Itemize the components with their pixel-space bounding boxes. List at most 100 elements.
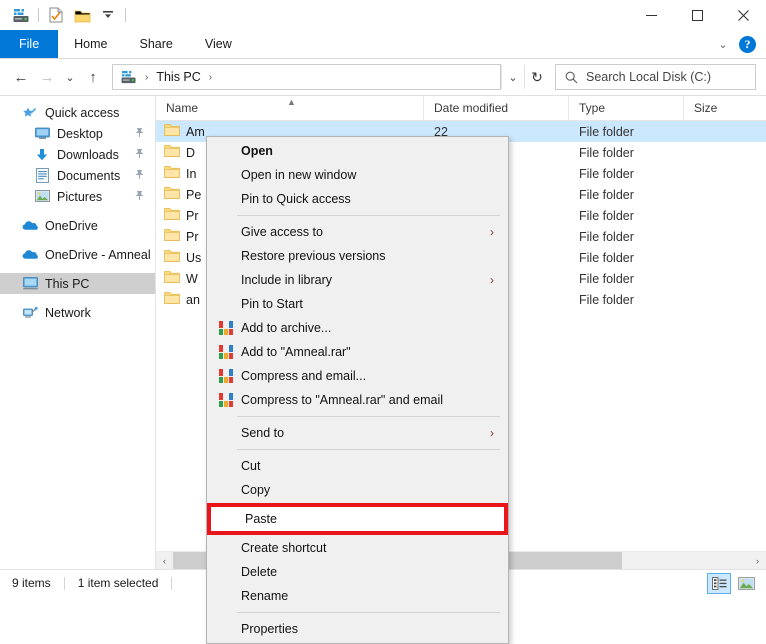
address-bar-row: ← → ⌄ ↑ › This PC › ⌄ ↻ Search Local Dis… bbox=[0, 59, 766, 95]
column-header-size[interactable]: Size bbox=[684, 96, 766, 120]
menu-item-open[interactable]: Open bbox=[207, 139, 508, 163]
menu-item-paste[interactable]: Paste bbox=[211, 507, 504, 531]
folder-icon bbox=[164, 249, 180, 266]
menu-item-label: Open in new window bbox=[241, 168, 357, 182]
pin-icon[interactable] bbox=[134, 190, 145, 204]
scroll-left-arrow[interactable]: ‹ bbox=[156, 552, 173, 569]
sidebar-label: Network bbox=[45, 305, 91, 320]
qat-separator-2 bbox=[125, 8, 126, 22]
large-icons-view-button[interactable] bbox=[734, 573, 758, 594]
folder-icon bbox=[164, 228, 180, 245]
menu-item-pin-to-quick-access[interactable]: Pin to Quick access bbox=[207, 187, 508, 211]
refresh-icon[interactable]: ↻ bbox=[524, 65, 549, 89]
sidebar-label: Documents bbox=[57, 168, 121, 183]
details-view-button[interactable] bbox=[707, 572, 731, 594]
cell-type: File folder bbox=[579, 208, 634, 223]
menu-item-cut[interactable]: Cut bbox=[207, 454, 508, 478]
cell-type: File folder bbox=[579, 187, 634, 202]
breadcrumb-separator-2[interactable]: › bbox=[203, 72, 218, 83]
new-folder-icon[interactable] bbox=[69, 3, 95, 27]
menu-item-include-in-library[interactable]: Include in library › bbox=[207, 268, 508, 292]
column-header-date-modified[interactable]: Date modified bbox=[424, 96, 569, 120]
menu-item-add-to-archive[interactable]: Add to archive... bbox=[207, 316, 508, 340]
breadcrumb-item-this-pc[interactable]: This PC bbox=[154, 66, 202, 88]
menu-item-create-shortcut[interactable]: Create shortcut bbox=[207, 536, 508, 560]
menu-item-pin-to-start[interactable]: Pin to Start bbox=[207, 292, 508, 316]
sidebar-item-onedrive[interactable]: OneDrive bbox=[0, 215, 155, 236]
status-separator-2 bbox=[171, 576, 173, 590]
menu-item-compress-and-email[interactable]: Compress and email... bbox=[207, 364, 508, 388]
chevron-right-icon: › bbox=[490, 225, 494, 239]
sidebar-item-downloads[interactable]: Downloads bbox=[0, 144, 155, 165]
file-name-label: W bbox=[186, 271, 198, 286]
cell-type: File folder bbox=[579, 271, 634, 286]
sidebar-item-pictures[interactable]: Pictures bbox=[0, 186, 155, 207]
recent-locations-icon[interactable]: ⌄ bbox=[60, 64, 80, 90]
winrar-icon bbox=[219, 321, 233, 335]
close-button[interactable] bbox=[720, 0, 766, 30]
cell-type: File folder bbox=[579, 250, 634, 265]
scroll-right-arrow[interactable]: › bbox=[749, 552, 766, 569]
cell-type: File folder bbox=[579, 124, 634, 139]
check-document-icon[interactable] bbox=[43, 3, 69, 27]
menu-item-label: Compress and email... bbox=[241, 369, 367, 383]
forward-button: → bbox=[39, 68, 55, 86]
onedrive-icon bbox=[22, 218, 38, 234]
minimize-button[interactable] bbox=[628, 0, 674, 30]
navigation-pane: Quick access Desktop Downloads Documents… bbox=[0, 96, 156, 569]
pin-icon[interactable] bbox=[134, 169, 145, 183]
tab-home[interactable]: Home bbox=[58, 30, 123, 58]
quick-access-toolbar bbox=[0, 0, 130, 30]
menu-item-delete[interactable]: Delete bbox=[207, 560, 508, 584]
menu-item-label: Restore previous versions bbox=[241, 249, 386, 263]
up-button[interactable]: ↑ bbox=[80, 64, 106, 90]
sidebar-item-this-pc[interactable]: This PC bbox=[0, 273, 155, 294]
search-icon bbox=[565, 71, 578, 83]
sidebar-item-quick-access[interactable]: Quick access bbox=[0, 102, 155, 123]
customize-qat-icon[interactable] bbox=[95, 3, 121, 27]
menu-item-compress-to-amneal-rar-and-email[interactable]: Compress to "Amneal.rar" and email bbox=[207, 388, 508, 412]
menu-item-add-to-amneal-rar[interactable]: Add to "Amneal.rar" bbox=[207, 340, 508, 364]
sidebar-item-network[interactable]: Network bbox=[0, 302, 155, 323]
menu-item-rename[interactable]: Rename bbox=[207, 584, 508, 608]
pin-icon[interactable] bbox=[134, 148, 145, 162]
tab-share[interactable]: Share bbox=[124, 30, 189, 58]
sidebar-item-documents[interactable]: Documents bbox=[0, 165, 155, 186]
tab-file[interactable]: File bbox=[0, 30, 59, 58]
menu-item-label: Compress to "Amneal.rar" and email bbox=[241, 393, 444, 407]
maximize-button[interactable] bbox=[674, 0, 720, 30]
address-input[interactable]: › This PC › bbox=[112, 64, 501, 90]
menu-item-icon bbox=[215, 393, 237, 407]
menu-item-label: Include in library bbox=[241, 273, 333, 287]
menu-item-label: Copy bbox=[241, 483, 271, 497]
breadcrumb-this-pc-icon[interactable] bbox=[119, 66, 139, 88]
menu-item-open-in-new-window[interactable]: Open in new window bbox=[207, 163, 508, 187]
column-header-type[interactable]: Type bbox=[569, 96, 684, 120]
menu-item-label: Create shortcut bbox=[241, 541, 327, 555]
menu-item-icon bbox=[215, 369, 237, 383]
search-box[interactable]: Search Local Disk (C:) bbox=[555, 64, 756, 90]
desktop-icon bbox=[34, 126, 50, 142]
menu-item-restore-previous-versions[interactable]: Restore previous versions bbox=[207, 244, 508, 268]
sidebar-item-desktop[interactable]: Desktop bbox=[0, 123, 155, 144]
menu-item-send-to[interactable]: Send to › bbox=[207, 421, 508, 445]
address-dropdown-icon[interactable]: ⌄ bbox=[501, 65, 524, 89]
pictures-icon bbox=[34, 189, 50, 205]
pin-icon[interactable] bbox=[134, 127, 145, 141]
menu-item-copy[interactable]: Copy bbox=[207, 478, 508, 502]
chevron-down-icon[interactable]: ⌄ bbox=[715, 38, 731, 51]
back-button[interactable]: ← bbox=[8, 64, 34, 90]
sidebar-item-onedrive-amneal[interactable]: OneDrive - Amneal bbox=[0, 244, 155, 265]
help-icon[interactable]: ? bbox=[739, 35, 756, 53]
file-name-label: Pe bbox=[186, 187, 202, 202]
menu-item-label: Cut bbox=[241, 459, 261, 473]
menu-item-label: Add to archive... bbox=[241, 321, 332, 335]
folder-icon bbox=[164, 207, 180, 224]
menu-item-give-access-to[interactable]: Give access to › bbox=[207, 220, 508, 244]
breadcrumb-separator-1[interactable]: › bbox=[139, 72, 154, 83]
menu-item-label: Open bbox=[241, 144, 273, 158]
properties-icon[interactable] bbox=[8, 3, 34, 27]
sidebar-label: Pictures bbox=[57, 189, 103, 204]
menu-item-properties[interactable]: Properties bbox=[207, 617, 508, 641]
tab-view[interactable]: View bbox=[189, 30, 248, 58]
